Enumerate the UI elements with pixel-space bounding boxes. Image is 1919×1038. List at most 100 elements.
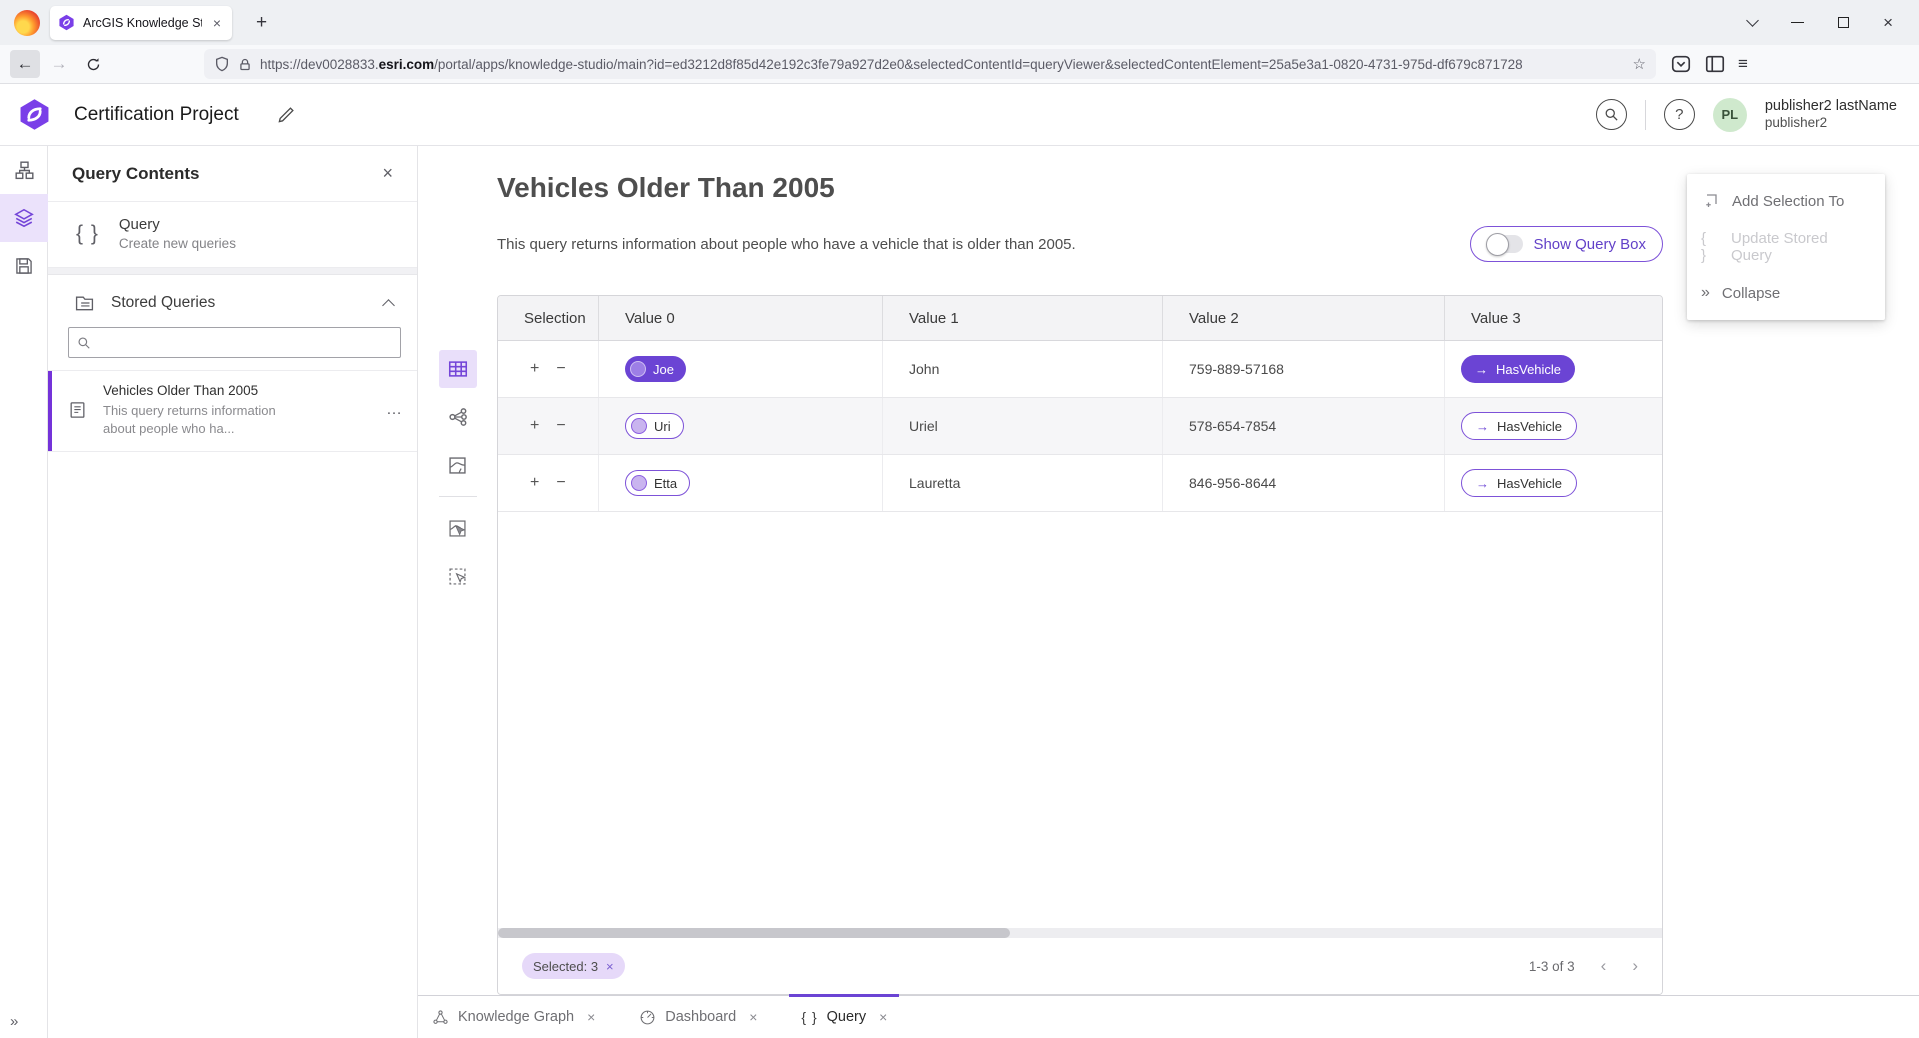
next-page-icon[interactable]: › (1632, 956, 1638, 976)
previous-page-icon[interactable]: ‹ (1601, 956, 1607, 976)
arcgis-knowledge-logo (19, 98, 50, 131)
column-header-value3[interactable]: Value 3 (1445, 296, 1662, 340)
rail-item-contents[interactable] (0, 194, 48, 242)
tab-label: Knowledge Graph (458, 1009, 574, 1025)
tab-close-icon[interactable]: × (587, 1009, 595, 1025)
query-viewer: Vehicles Older Than 2005 This query retu… (418, 146, 1919, 995)
map-icon (447, 455, 468, 476)
toggle-switch[interactable] (1487, 235, 1523, 253)
tab-close-icon[interactable]: × (210, 15, 224, 31)
cell-value2[interactable]: 759-889-57168 (1163, 341, 1445, 397)
search-button[interactable] (1596, 99, 1627, 130)
minimize-icon[interactable] (1791, 22, 1804, 23)
lock-icon[interactable] (238, 57, 252, 72)
pocket-icon[interactable] (1670, 53, 1692, 75)
menu-item-label: Collapse (1722, 285, 1780, 302)
stored-queries-search[interactable] (68, 327, 401, 358)
panel-close-icon[interactable]: × (382, 163, 393, 184)
query-item-title: Query (119, 216, 236, 233)
box-select-button[interactable] (439, 557, 477, 595)
toolbar-divider (439, 496, 477, 497)
horizontal-scrollbar[interactable] (498, 928, 1662, 938)
firefox-icon[interactable] (14, 10, 40, 36)
sidebars-icon[interactable] (1704, 53, 1726, 75)
table-empty-area (498, 512, 1662, 928)
table-header: Selection Value 0 Value 1 Value 2 Value … (498, 296, 1662, 341)
scrollbar-thumb[interactable] (498, 928, 1010, 938)
rail-item-save[interactable] (0, 242, 48, 290)
stored-queries-header[interactable]: Stored Queries (48, 275, 417, 325)
cell-value1[interactable]: Uriel (883, 398, 1163, 454)
new-tab-button[interactable]: + (248, 10, 275, 36)
stored-query-item[interactable]: Vehicles Older Than 2005 This query retu… (48, 370, 417, 452)
remove-from-selection-icon[interactable]: − (556, 418, 565, 434)
url-bar[interactable]: https://dev0028833.esri.com/portal/apps/… (204, 49, 1656, 79)
maximize-icon[interactable] (1838, 17, 1849, 28)
add-to-selection-icon[interactable]: + (530, 475, 539, 491)
cell-value1[interactable]: Lauretta (883, 455, 1163, 511)
tab-close-icon[interactable]: × (879, 1009, 887, 1025)
cell-value1[interactable]: John (883, 341, 1163, 397)
forward-button[interactable]: → (44, 50, 74, 78)
remove-from-selection-icon[interactable]: − (556, 361, 565, 377)
add-to-selection-icon[interactable]: + (530, 418, 539, 434)
show-query-box-toggle[interactable]: Show Query Box (1470, 226, 1663, 262)
url-text: https://dev0028833.esri.com/portal/apps/… (260, 57, 1625, 72)
entity-chip[interactable]: Joe (625, 356, 686, 382)
result-view-toolbar (418, 146, 497, 995)
menu-icon[interactable]: ≡ (1738, 54, 1748, 74)
table-row[interactable]: + − Joe John 759-889-57168 →HasVehicle (498, 341, 1662, 398)
selected-count-chip[interactable]: Selected: 3 × (522, 953, 625, 979)
search-input[interactable] (97, 335, 392, 350)
link-chart-view-button[interactable] (439, 398, 477, 436)
view-tabs-bar: Knowledge Graph × Dashboard × { } Query … (418, 995, 1919, 1038)
braces-icon: { } (801, 1009, 817, 1025)
menu-item-collapse[interactable]: » Collapse (1687, 270, 1885, 316)
tracking-shield-icon[interactable] (214, 56, 230, 72)
browser-tab[interactable]: ArcGIS Knowledge Studio × (50, 6, 232, 40)
expand-rail-icon[interactable]: » (10, 1013, 16, 1030)
new-query-item[interactable]: { } Query Create new queries (48, 202, 417, 268)
cell-value2[interactable]: 846-956-8644 (1163, 455, 1445, 511)
select-on-map-button[interactable] (439, 509, 477, 547)
clear-selection-icon[interactable]: × (606, 959, 614, 974)
window-close-icon[interactable]: × (1883, 13, 1893, 33)
column-header-value2[interactable]: Value 2 (1163, 296, 1445, 340)
tab-query[interactable]: { } Query × (797, 996, 891, 1038)
relationship-chip[interactable]: →HasVehicle (1461, 412, 1577, 440)
user-avatar[interactable]: PL (1713, 98, 1747, 132)
relationship-chip[interactable]: →HasVehicle (1461, 469, 1577, 497)
menu-item-add-selection-to[interactable]: Add Selection To (1687, 178, 1885, 224)
remove-from-selection-icon[interactable]: − (556, 475, 565, 491)
arcgis-knowledge-favicon (58, 14, 75, 31)
double-chevron-icon: » (1701, 284, 1709, 302)
back-button[interactable]: ← (10, 50, 40, 78)
rail-item-project-tree[interactable] (0, 146, 48, 194)
tab-close-icon[interactable]: × (749, 1009, 757, 1025)
cell-value2[interactable]: 578-654-7854 (1163, 398, 1445, 454)
column-header-value0[interactable]: Value 0 (599, 296, 883, 340)
tab-dashboard[interactable]: Dashboard × (635, 996, 761, 1038)
table-row[interactable]: + − Uri Uriel 578-654-7854 →HasVehicle (498, 398, 1662, 455)
entity-chip[interactable]: Etta (625, 470, 690, 496)
table-row[interactable]: + − Etta Lauretta 846-956-8644 →HasVehic… (498, 455, 1662, 512)
collapse-section-icon[interactable] (382, 299, 395, 312)
help-button[interactable]: ? (1664, 99, 1695, 130)
menu-item-update-stored-query[interactable]: { } Update Stored Query (1687, 224, 1885, 270)
bookmark-star-icon[interactable]: ☆ (1633, 55, 1646, 73)
results-table: Selection Value 0 Value 1 Value 2 Value … (497, 295, 1663, 995)
column-header-value1[interactable]: Value 1 (883, 296, 1163, 340)
reload-button[interactable] (78, 50, 108, 78)
list-tabs-icon[interactable] (1746, 14, 1759, 27)
entity-chip[interactable]: Uri (625, 413, 684, 439)
edit-pencil-icon[interactable] (277, 105, 296, 124)
add-to-selection-icon[interactable]: + (530, 361, 539, 377)
tab-knowledge-graph[interactable]: Knowledge Graph × (428, 996, 599, 1038)
map-view-button[interactable] (439, 446, 477, 484)
user-identity[interactable]: publisher2 lastName publisher2 (1765, 97, 1897, 132)
column-header-selection[interactable]: Selection (498, 296, 599, 340)
relationship-chip[interactable]: →HasVehicle (1461, 355, 1575, 383)
item-options-icon[interactable]: … (386, 401, 403, 419)
stored-queries-title: Stored Queries (111, 294, 368, 312)
table-view-button[interactable] (439, 350, 477, 388)
